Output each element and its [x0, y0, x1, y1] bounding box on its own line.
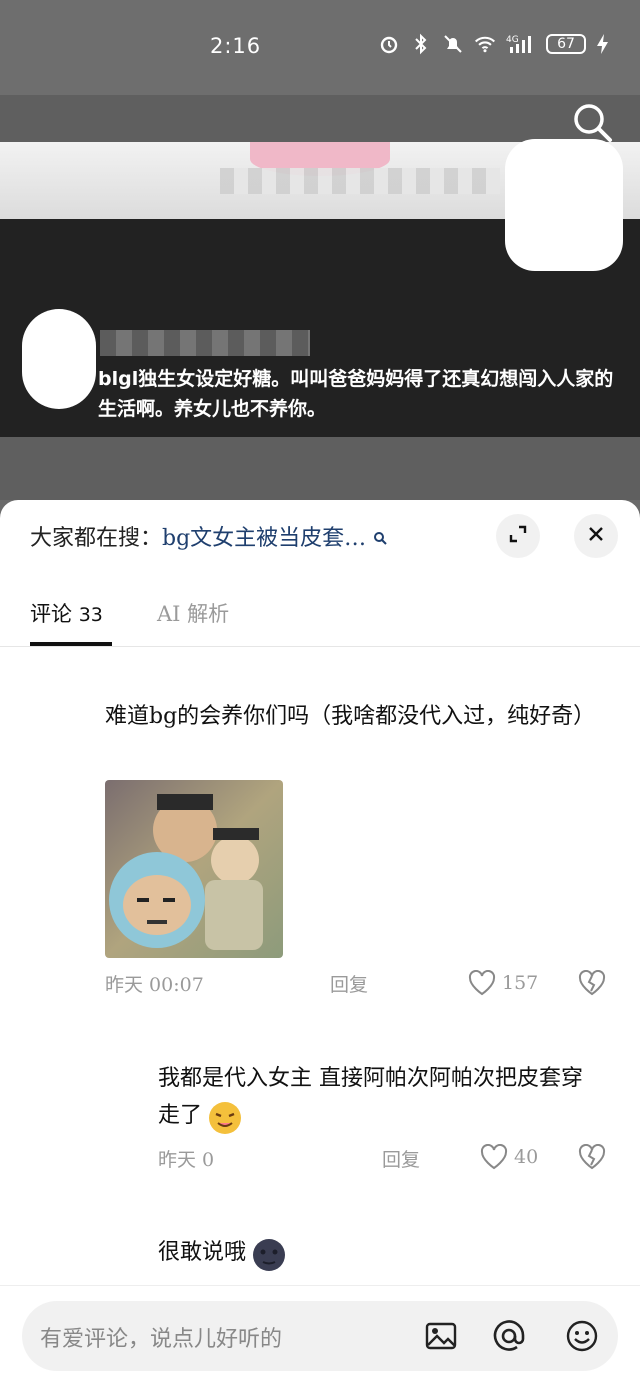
- status-icons: 4G 67: [378, 33, 610, 55]
- reply-comment-item[interactable]: 很敢说哦: [158, 1234, 598, 1273]
- comment-input[interactable]: 有爱评论，说点儿好听的: [22, 1301, 618, 1371]
- drool-face-icon: [207, 1100, 243, 1136]
- comment-item[interactable]: 难道bg的会养你们吗（我啥都没代入过，纯好奇）: [105, 698, 605, 735]
- alarm-icon: [378, 33, 400, 55]
- tab-comments-label: 评论: [30, 602, 72, 626]
- broken-heart-icon: [578, 969, 606, 1000]
- comment-text: 难道bg的会养你们吗（我啥都没代入过，纯好奇）: [105, 704, 596, 729]
- close-button[interactable]: [574, 514, 618, 558]
- broken-heart-icon: [578, 1143, 606, 1174]
- charging-icon: [596, 33, 610, 55]
- reply-button[interactable]: 回复: [382, 1145, 420, 1172]
- blurred-text: [220, 168, 500, 194]
- bluetooth-icon: [410, 33, 432, 55]
- close-icon: [587, 525, 605, 547]
- mention-icon[interactable]: [492, 1319, 526, 1353]
- expand-icon: [508, 524, 528, 548]
- dislike-button[interactable]: [578, 1143, 606, 1174]
- redaction-blob: [22, 309, 96, 409]
- trending-search[interactable]: 大家都在搜：bg文女主被当皮套…: [30, 520, 387, 552]
- tab-comments[interactable]: 评论 33: [30, 598, 103, 628]
- comment-input-bar: 有爱评论，说点儿好听的: [0, 1285, 640, 1388]
- dislike-button[interactable]: [578, 969, 606, 1000]
- like-button[interactable]: [468, 969, 496, 1000]
- image-icon[interactable]: [424, 1319, 458, 1353]
- blurred-username: [100, 330, 310, 356]
- emoji-icon[interactable]: [565, 1319, 599, 1353]
- comment-tabs: 评论 33 AI 解析: [0, 580, 640, 647]
- comment-image[interactable]: [105, 780, 283, 958]
- active-tab-indicator: [30, 642, 112, 646]
- comment-time: 昨天 0: [158, 1149, 215, 1171]
- like-count: 40: [514, 1146, 539, 1168]
- comment-sheet: 大家都在搜：bg文女主被当皮套… 评论 33 AI 解析 难道bg的会养你们吗（…: [0, 500, 640, 1388]
- wifi-icon: [474, 33, 496, 55]
- search-icon[interactable]: [570, 100, 614, 144]
- like-button[interactable]: [480, 1143, 508, 1174]
- tab-comments-count: 33: [78, 604, 103, 626]
- trending-prefix: 大家都在搜：: [30, 526, 163, 551]
- search-small-icon: [373, 532, 387, 549]
- comment-input-placeholder: 有爱评论，说点儿好听的: [40, 1327, 283, 1352]
- redaction-blob: [505, 139, 623, 271]
- comment-text: 很敢说哦: [158, 1240, 247, 1265]
- like-count: 157: [502, 972, 539, 994]
- video-player[interactable]: blgl独生女设定好糖。叫叫爸爸妈妈得了还真幻想闯入人家的生活啊。养女儿也不养你…: [0, 95, 640, 500]
- status-bar: 2:16 4G 67: [0, 0, 640, 95]
- cellular-signal-icon: 4G: [506, 33, 536, 55]
- heart-icon: [468, 969, 496, 1000]
- expand-button[interactable]: [496, 514, 540, 558]
- video-caption: blgl独生女设定好糖。叫叫爸爸妈妈得了还真幻想闯入人家的生活啊。养女儿也不养你…: [98, 368, 614, 420]
- comment-time: 昨天 00:07: [105, 974, 204, 996]
- status-time: 2:16: [210, 34, 262, 58]
- reply-button[interactable]: 回复: [330, 970, 368, 997]
- mute-bell-icon: [442, 33, 464, 55]
- trending-query[interactable]: bg文女主被当皮套…: [162, 526, 366, 551]
- meme-illustration: [109, 794, 263, 950]
- heart-icon: [480, 1143, 508, 1174]
- new-moon-face-icon: [251, 1237, 287, 1273]
- tab-ai-analysis[interactable]: AI 解析: [157, 598, 229, 628]
- video-frame-dark: blgl独生女设定好糖。叫叫爸爸妈妈得了还真幻想闯入人家的生活啊。养女儿也不养你…: [0, 139, 640, 437]
- svg-text:4G: 4G: [506, 35, 519, 45]
- reply-comment-item[interactable]: 我都是代入女主 直接阿帕次阿帕次把皮套穿走了: [158, 1060, 598, 1136]
- battery-indicator: 67: [546, 34, 586, 54]
